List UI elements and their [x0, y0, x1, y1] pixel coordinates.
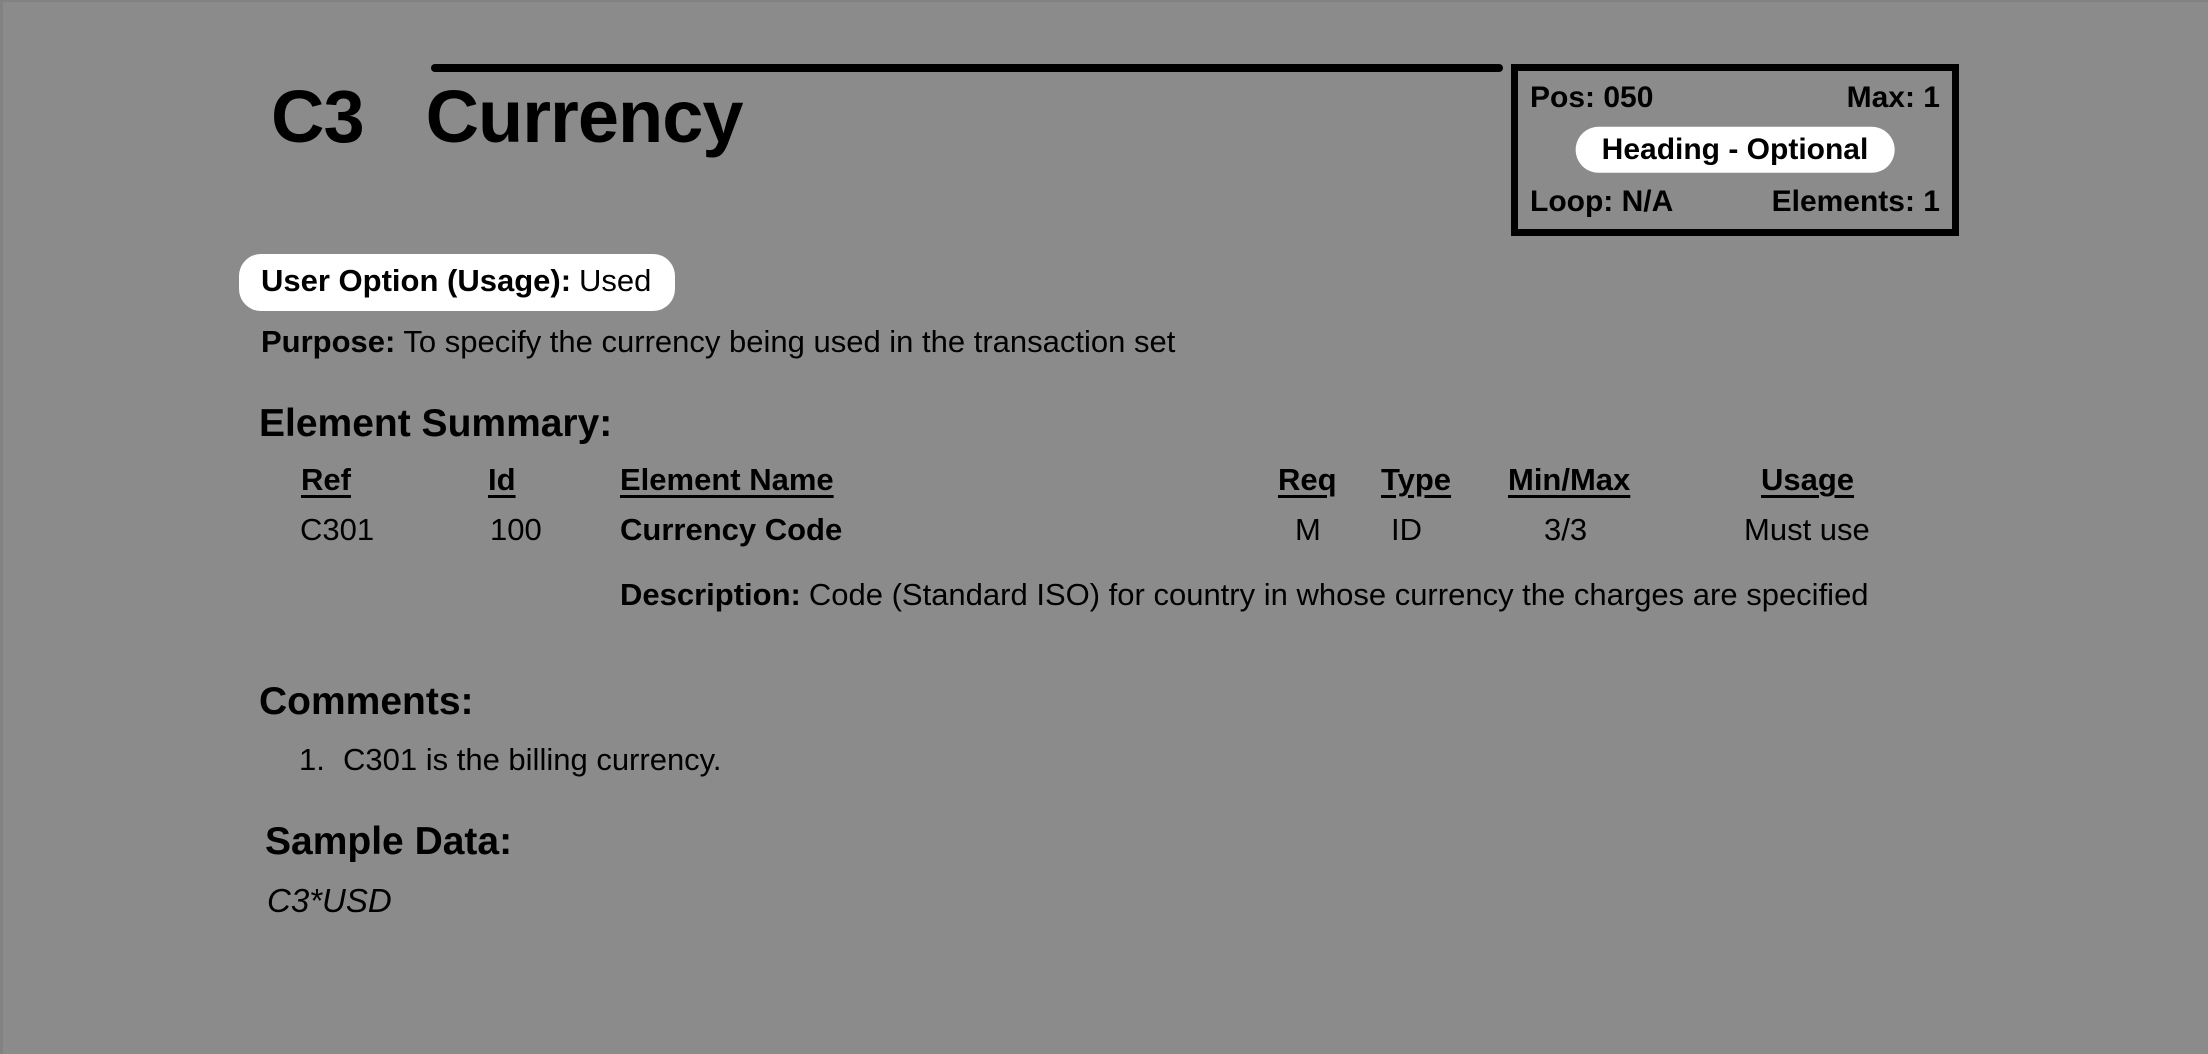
document-page: C3 Currency Pos: 050 Max: 1 Heading - Op… [0, 0, 2208, 1054]
description-label: Description: [620, 577, 801, 612]
table-row-minmax: 3/3 [1544, 512, 1588, 547]
info-row-top: Pos: 050 Max: 1 [1530, 81, 1940, 115]
column-header-name: Element Name [620, 462, 834, 497]
purpose-line: Purpose: To specify the currency being us… [261, 324, 1175, 360]
description-value: Code (Standard ISO) for country in whose… [808, 577, 1869, 612]
table-row-req: M [1295, 512, 1321, 547]
segment-info-box: Pos: 050 Max: 1 Heading - Optional Loop:… [1511, 64, 1959, 236]
element-summary-table: Ref Id Element Name Req Type Min/Max Usa… [3, 462, 2208, 582]
purpose-label: Purpose: [261, 324, 396, 359]
page-title: C3 Currency [271, 74, 744, 159]
element-description: Description: Code (Standard ISO) for coun… [620, 577, 1869, 613]
purpose-value: To specify the currency being used in th… [403, 324, 1176, 359]
table-row-id: 100 [490, 512, 542, 547]
info-row-bottom: Loop: N/A Elements: 1 [1530, 185, 1940, 219]
list-item: 1. C301 is the billing currency. [299, 742, 722, 778]
info-area-requirement-badge: Heading - Optional [1575, 126, 1895, 174]
column-header-minmax: Min/Max [1508, 462, 1631, 497]
table-row-usage: Must use [1744, 512, 1870, 547]
info-loop: Loop: N/A [1530, 185, 1674, 218]
column-header-usage: Usage [1761, 462, 1855, 497]
element-summary-heading: Element Summary: [259, 402, 613, 445]
table-row-ref: C301 [300, 512, 375, 547]
column-header-req: Req [1278, 462, 1337, 497]
user-option-badge: User Option (Usage): Used [239, 254, 676, 311]
header-divider-rule [431, 64, 1503, 72]
column-header-type: Type [1381, 462, 1452, 497]
user-option-label: User Option (Usage): [261, 263, 572, 298]
comment-number: 1. [299, 742, 325, 777]
comments-heading: Comments: [259, 680, 474, 723]
info-elements: Elements: 1 [1771, 185, 1940, 218]
info-position: Pos: 050 [1530, 81, 1654, 114]
table-row-type: ID [1391, 512, 1422, 547]
segment-id: C3 [271, 75, 365, 158]
user-option-value: Used [579, 263, 652, 298]
sample-data-line: C3*USD [267, 882, 392, 919]
table-row-name: Currency Code [620, 512, 843, 547]
column-header-ref: Ref [301, 462, 351, 497]
comment-text: C301 is the billing currency. [343, 742, 722, 777]
column-header-id: Id [488, 462, 516, 497]
info-max: Max: 1 [1846, 81, 1940, 114]
segment-name: Currency [425, 75, 744, 158]
sample-data-heading: Sample Data: [265, 820, 513, 863]
